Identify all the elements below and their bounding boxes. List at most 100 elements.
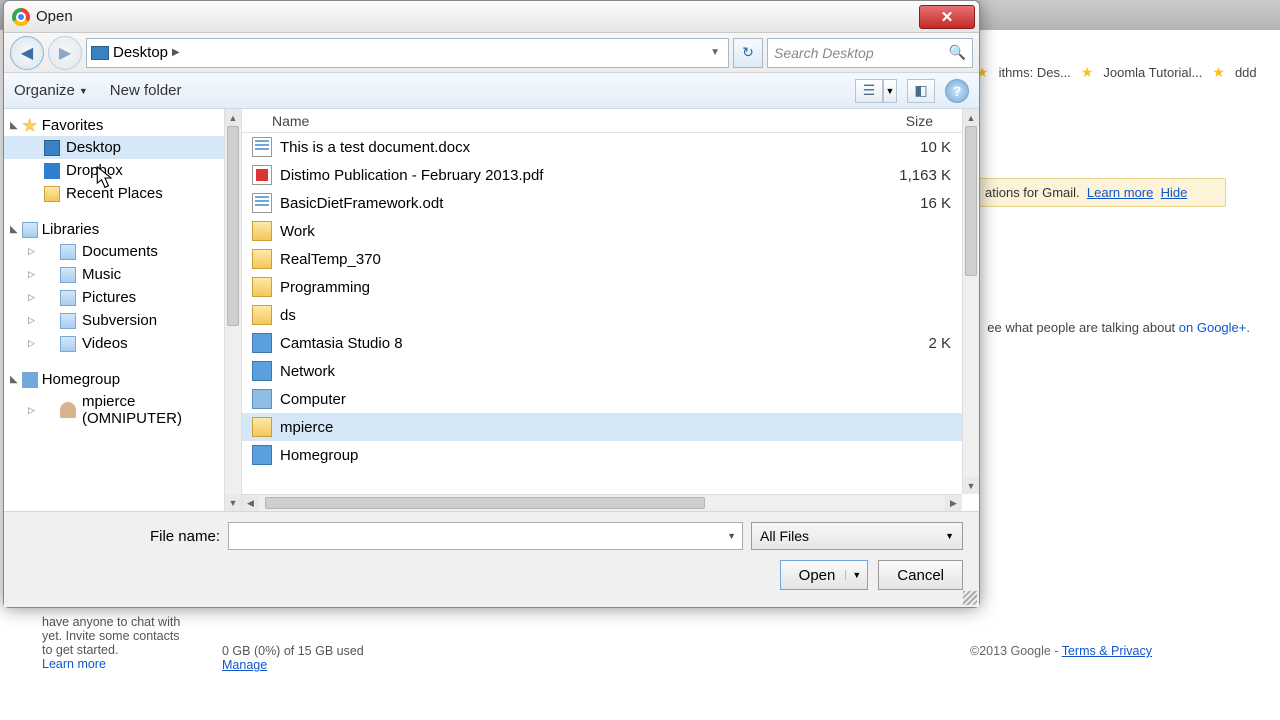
scroll-down-icon[interactable]: ▼ xyxy=(225,494,241,511)
file-row[interactable]: BasicDietFramework.odt16 K xyxy=(242,189,979,217)
bookmark-item[interactable]: ithms: Des... xyxy=(999,65,1071,80)
nav-item-pictures[interactable]: ▷ Pictures xyxy=(4,286,241,309)
nav-item-recent-places[interactable]: Recent Places xyxy=(4,182,241,205)
collapse-icon[interactable]: ◣ xyxy=(10,224,18,235)
file-row[interactable]: Camtasia Studio 82 K xyxy=(242,329,979,357)
nav-group-libraries[interactable]: ◣ Libraries xyxy=(4,219,241,240)
file-row[interactable]: mpierce xyxy=(242,413,979,441)
preview-pane-button[interactable]: ◧ xyxy=(907,79,935,103)
scroll-up-icon[interactable]: ▲ xyxy=(963,109,979,126)
dialog-title: Open xyxy=(36,8,73,25)
file-row[interactable]: This is a test document.docx10 K xyxy=(242,133,979,161)
file-name: Distimo Publication - February 2013.pdf xyxy=(280,167,889,184)
chevron-down-icon[interactable]: ▼ xyxy=(845,570,861,580)
scroll-thumb[interactable] xyxy=(965,126,977,276)
nav-item-dropbox[interactable]: Dropbox xyxy=(4,159,241,182)
nav-item-documents[interactable]: ▷ Documents xyxy=(4,240,241,263)
collapse-icon[interactable]: ◣ xyxy=(10,120,18,131)
file-row[interactable]: Distimo Publication - February 2013.pdf1… xyxy=(242,161,979,189)
expand-icon[interactable]: ▷ xyxy=(28,246,35,257)
terms-link[interactable]: Terms & Privacy xyxy=(1062,644,1152,658)
refresh-button[interactable]: ↻ xyxy=(733,38,763,68)
nav-scrollbar[interactable]: ▲ ▼ xyxy=(224,109,241,511)
file-scrollbar-vertical[interactable]: ▲ ▼ xyxy=(962,109,979,494)
nav-item-music[interactable]: ▷ Music xyxy=(4,263,241,286)
organize-menu[interactable]: Organize ▼ xyxy=(14,82,88,99)
nav-item-label: Dropbox xyxy=(66,162,123,179)
nav-item-label: Videos xyxy=(82,335,128,352)
nav-item-homegroup-user[interactable]: ▷ mpierce (OMNIPUTER) xyxy=(4,390,241,430)
file-row[interactable]: Programming xyxy=(242,273,979,301)
library-icon xyxy=(60,336,76,352)
nav-item-label: Music xyxy=(82,266,121,283)
library-icon xyxy=(60,244,76,260)
file-row[interactable]: Computer xyxy=(242,385,979,413)
close-button[interactable]: ✕ xyxy=(919,5,975,29)
pdf-icon xyxy=(252,165,272,185)
file-name: This is a test document.docx xyxy=(280,139,889,156)
expand-icon[interactable]: ▷ xyxy=(28,269,35,280)
help-button[interactable]: ? xyxy=(945,79,969,103)
bookmark-item[interactable]: ddd xyxy=(1235,65,1257,80)
forward-button[interactable]: ▶ xyxy=(48,36,82,70)
net-icon xyxy=(252,333,272,353)
expand-icon[interactable]: ▷ xyxy=(28,405,35,416)
scroll-up-icon[interactable]: ▲ xyxy=(225,109,241,126)
scroll-thumb[interactable] xyxy=(265,497,705,509)
bookmark-item[interactable]: Joomla Tutorial... xyxy=(1103,65,1202,80)
chevron-right-icon[interactable]: ▶ xyxy=(172,47,180,58)
expand-icon[interactable]: ▷ xyxy=(28,292,35,303)
expand-icon[interactable]: ▷ xyxy=(28,338,35,349)
column-name[interactable]: Name xyxy=(272,113,632,129)
chat-learn-more-link[interactable]: Learn more xyxy=(42,657,106,671)
cancel-button[interactable]: Cancel xyxy=(878,560,963,590)
view-mode-button[interactable]: ☰ xyxy=(855,79,883,103)
chevron-down-icon[interactable]: ▼ xyxy=(727,531,736,541)
titlebar: Open ✕ xyxy=(4,1,979,33)
chat-promo: have anyone to chat with yet. Invite som… xyxy=(42,615,192,671)
breadcrumb[interactable]: Desktop ▶ ▼ xyxy=(86,38,729,68)
banner-learn-more-link[interactable]: Learn more xyxy=(1087,185,1153,200)
nav-group-favorites[interactable]: ◣ Favorites xyxy=(4,115,241,136)
file-name: RealTemp_370 xyxy=(280,251,889,268)
gplus-link[interactable]: on Google+ xyxy=(1179,320,1247,335)
file-row[interactable]: ds xyxy=(242,301,979,329)
expand-icon[interactable]: ▷ xyxy=(28,315,35,326)
folder-icon xyxy=(252,249,272,269)
view-mode-dropdown[interactable]: ▼ xyxy=(883,79,897,103)
path-dropdown-icon[interactable]: ▼ xyxy=(706,47,724,58)
file-row[interactable]: Network xyxy=(242,357,979,385)
column-size[interactable]: Size xyxy=(906,113,933,129)
file-type-filter[interactable]: All Files ▼ xyxy=(751,522,963,550)
person-icon xyxy=(60,402,76,418)
nav-item-desktop[interactable]: Desktop xyxy=(4,136,241,159)
dialog-footer: File name: ▼ All Files ▼ Open ▼ Cancel xyxy=(4,511,979,607)
scroll-right-icon[interactable]: ▶ xyxy=(945,495,962,511)
gplus-promo: ee what people are talking about on Goog… xyxy=(987,320,1250,335)
collapse-icon[interactable]: ◣ xyxy=(10,374,18,385)
open-button[interactable]: Open ▼ xyxy=(780,560,869,590)
search-input[interactable]: Search Desktop 🔍 xyxy=(767,38,973,68)
file-list-pane: Name Size This is a test document.docx10… xyxy=(242,109,979,511)
file-scrollbar-horizontal[interactable]: ◀ ▶ xyxy=(242,494,962,511)
back-button[interactable]: ◀ xyxy=(10,36,44,70)
resize-grip[interactable] xyxy=(963,591,977,605)
new-folder-button[interactable]: New folder xyxy=(110,82,182,99)
scroll-down-icon[interactable]: ▼ xyxy=(963,477,979,494)
filename-input[interactable]: ▼ xyxy=(228,522,743,550)
nav-item-videos[interactable]: ▷ Videos xyxy=(4,332,241,355)
file-name: Computer xyxy=(280,391,889,408)
nav-group-homegroup[interactable]: ◣ Homegroup xyxy=(4,369,241,390)
open-file-dialog: Open ✕ ◀ ▶ Desktop ▶ ▼ ↻ Search Desktop … xyxy=(3,0,980,608)
file-row[interactable]: RealTemp_370 xyxy=(242,245,979,273)
storage-manage-link[interactable]: Manage xyxy=(222,658,267,672)
breadcrumb-segment[interactable]: Desktop xyxy=(113,44,168,61)
scroll-thumb[interactable] xyxy=(227,126,239,326)
nav-item-subversion[interactable]: ▷ Subversion xyxy=(4,309,241,332)
file-row[interactable]: Work xyxy=(242,217,979,245)
banner-hide-link[interactable]: Hide xyxy=(1161,185,1188,200)
file-name: BasicDietFramework.odt xyxy=(280,195,889,212)
open-label: Open xyxy=(799,567,836,584)
scroll-left-icon[interactable]: ◀ xyxy=(242,495,259,511)
file-row[interactable]: Homegroup xyxy=(242,441,979,469)
